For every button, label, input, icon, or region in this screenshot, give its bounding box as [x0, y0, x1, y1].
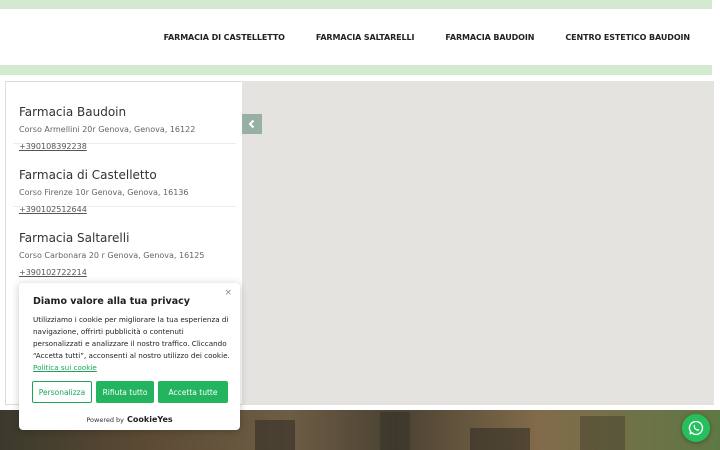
page: FARMACIA DI CASTELLETTO FARMACIA SALTARE…	[0, 0, 720, 450]
store-name: Farmacia Baudoin	[19, 105, 127, 119]
whatsapp-icon	[688, 420, 704, 436]
whatsapp-button[interactable]	[682, 414, 710, 442]
customize-button[interactable]: Personalizza	[32, 381, 92, 403]
cookie-description: Utilizziamo i cookie per migliorare la t…	[33, 314, 233, 374]
reject-all-button[interactable]: Rifiuta tutto	[96, 381, 154, 403]
cookie-title: Diamo valore alla tua privacy	[33, 296, 190, 307]
nav-item-centro-estetico-baudoin[interactable]: CENTRO ESTETICO BAUDOIN	[565, 33, 690, 42]
store-name: Farmacia Saltarelli	[19, 231, 130, 245]
right-gutter	[712, 0, 720, 75]
store-phone-link[interactable]: +390102722214	[19, 268, 87, 277]
cookieyes-logo: CookieYes	[127, 415, 173, 424]
nav-item-farmacia-saltarelli[interactable]: FARMACIA SALTARELLI	[316, 33, 415, 42]
map-area[interactable]	[242, 81, 714, 405]
close-icon[interactable]: ×	[224, 288, 232, 298]
main-navigation: FARMACIA DI CASTELLETTO FARMACIA SALTARE…	[0, 9, 712, 65]
cookie-description-text: Utilizziamo i cookie per migliorare la t…	[33, 315, 230, 360]
powered-by-text: Powered by	[86, 415, 125, 424]
toggle-list-button[interactable]	[242, 114, 262, 134]
accept-all-button[interactable]: Accetta tutte	[158, 381, 228, 403]
store-name: Farmacia di Castelletto	[19, 168, 157, 182]
green-band	[0, 65, 712, 75]
store-address: Corso Armellini 20r Genova, Genova, 1612…	[19, 125, 196, 134]
nav-item-farmacia-baudoin[interactable]: FARMACIA BAUDOIN	[445, 33, 534, 42]
chevron-left-icon	[248, 119, 255, 129]
store-item[interactable]: Farmacia di Castelletto Corso Firenze 10…	[13, 145, 236, 214]
store-item[interactable]: Farmacia Baudoin Corso Armellini 20r Gen…	[13, 82, 236, 151]
cookie-footer: Powered by CookieYes	[19, 409, 240, 430]
cookie-consent-banner: × Diamo valore alla tua privacy Utilizzi…	[19, 283, 240, 430]
store-address: Corso Firenze 10r Genova, Genova, 16136	[19, 188, 189, 197]
nav-links: FARMACIA DI CASTELLETTO FARMACIA SALTARE…	[164, 9, 691, 65]
nav-item-farmacia-di-castelletto[interactable]: FARMACIA DI CASTELLETTO	[164, 33, 285, 42]
store-address: Corso Carbonara 20 r Genova, Genova, 161…	[19, 251, 205, 260]
store-item[interactable]: Farmacia Saltarelli Corso Carbonara 20 r…	[13, 208, 236, 277]
top-band	[0, 0, 712, 9]
cookie-policy-link[interactable]: Politica sui cookie	[33, 363, 97, 372]
